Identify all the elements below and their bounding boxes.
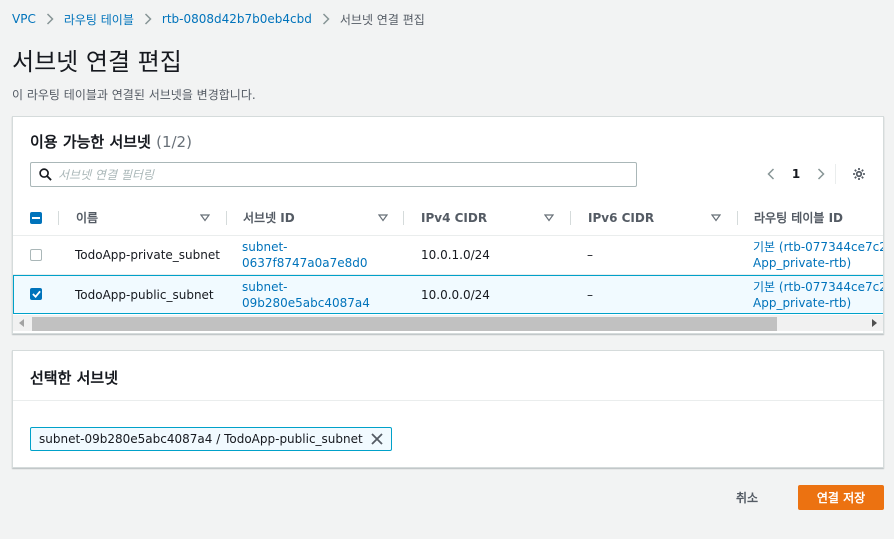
route-table-part: App_private-rtb) [753,256,852,270]
table-row[interactable]: TodoApp-private_subnet subnet- 0637f8747… [13,236,883,275]
route-table-link[interactable]: 기본 (rtb-077344ce7c22c App_private-rtb) [753,236,883,274]
row-checkbox[interactable] [30,249,42,261]
subnet-filter[interactable] [30,162,637,187]
route-table-part: App_private-rtb) [753,295,852,310]
column-header-ipv6[interactable]: IPv6 CIDR [588,200,654,235]
chevron-right-icon [322,13,330,25]
selected-panel-title: 선택한 서브넷 [30,369,119,387]
selection-count: (1/2) [156,133,192,151]
available-subnets-panel: 이용 가능한 서브넷 (1/2) 1 이 [12,116,884,334]
scrollbar-thumb[interactable] [32,317,777,331]
column-header-ipv4[interactable]: IPv4 CIDR [421,200,487,235]
breadcrumb-route-tables[interactable]: 라우팅 테이블 [64,11,134,28]
column-divider [570,211,571,225]
next-page-button[interactable] [813,164,829,184]
breadcrumb-route-table-id[interactable]: rtb-0808d42b7b0eb4cbd [162,12,312,26]
preferences-button[interactable] [849,164,869,184]
subnet-id-part: subnet- [242,240,288,254]
subnet-id-part: 0637f8747a0a7e8d0 [242,256,368,270]
column-header-name[interactable]: 이름 [76,200,98,235]
route-table-part: 기본 (rtb-077344ce7c22c [753,240,883,254]
column-header-subnet-id[interactable]: 서브넷 ID [243,200,295,235]
breadcrumb: VPC 라우팅 테이블 rtb-0808d42b7b0eb4cbd 서브넷 연결… [12,10,425,28]
close-icon [371,433,383,445]
panel-title-text: 이용 가능한 서브넷 [30,133,151,151]
sort-caret-icon[interactable] [544,214,554,222]
panel-title: 이용 가능한 서브넷 (1/2) [30,131,192,152]
gear-icon [853,168,865,180]
sort-caret-icon[interactable] [711,214,721,222]
current-page-number[interactable]: 1 [779,167,813,181]
ipv4-cidr: 10.0.1.0/24 [421,248,490,262]
column-header-route-table-id[interactable]: 라우팅 테이블 ID [754,200,843,235]
route-table-part: 기본 (rtb-077344ce7c22c [753,279,883,294]
search-icon [39,168,52,181]
subnet-id-link[interactable]: subnet- 0637f8747a0a7e8d0 [242,236,368,274]
selected-subnets-panel: 선택한 서브넷 subnet-09b280e5abc4087a4 / TodoA… [12,350,884,468]
page-title: 서브넷 연결 편집 [12,48,182,76]
ipv4-cidr: 10.0.0.0/24 [421,287,490,302]
chevron-right-icon [46,13,54,25]
sort-caret-icon[interactable] [378,214,388,222]
select-all-checkbox[interactable] [30,212,42,224]
remove-token-button[interactable] [371,433,383,445]
pagination-divider [835,164,836,184]
chevron-left-icon [767,168,775,180]
table-header: 이름 서브넷 ID IPv4 CIDR IPv6 CIDR 라우팅 테이블 ID [13,200,883,236]
column-divider [58,211,59,225]
horizontal-scrollbar[interactable] [13,315,883,331]
table-row-selected[interactable]: TodoApp-public_subnet subnet- 09b280e5ab… [13,275,883,314]
ipv6-cidr: – [587,287,593,302]
column-divider [403,211,404,225]
subnets-table: 이름 서브넷 ID IPv4 CIDR IPv6 CIDR 라우팅 테이블 ID… [13,200,883,315]
previous-page-button[interactable] [763,164,779,184]
subnet-name: TodoApp-public_subnet [75,287,214,302]
selected-subnet-token: subnet-09b280e5abc4087a4 / TodoApp-publi… [30,427,392,451]
subnet-id-part: subnet- [242,279,288,294]
subnet-id-part: 09b280e5abc4087a4 [242,295,370,310]
route-table-link[interactable]: 기본 (rtb-077344ce7c22c App_private-rtb) [753,276,883,313]
column-divider [737,211,738,225]
column-divider [226,211,227,225]
row-checkbox-checked[interactable] [30,288,42,300]
save-associations-button[interactable]: 연결 저장 [798,485,884,510]
pagination: 1 [763,164,829,184]
scroll-left-arrow-icon[interactable] [17,318,27,328]
checkmark-icon [31,290,41,298]
subnet-id-link[interactable]: subnet- 09b280e5abc4087a4 [242,276,370,313]
token-label: subnet-09b280e5abc4087a4 / TodoApp-publi… [39,432,363,446]
cancel-button[interactable]: 취소 [736,487,758,507]
ipv6-cidr: – [587,248,593,262]
page-description: 이 라우팅 테이블과 연결된 서브넷을 변경합니다. [12,88,256,102]
chevron-right-icon [817,168,825,180]
chevron-right-icon [144,13,152,25]
breadcrumb-vpc[interactable]: VPC [12,12,36,26]
filter-input[interactable] [58,167,618,182]
panel-header [13,351,883,401]
scroll-right-arrow-icon[interactable] [869,318,879,328]
breadcrumb-current: 서브넷 연결 편집 [339,12,425,27]
sort-caret-icon[interactable] [200,214,210,222]
subnet-name: TodoApp-private_subnet [75,248,220,262]
